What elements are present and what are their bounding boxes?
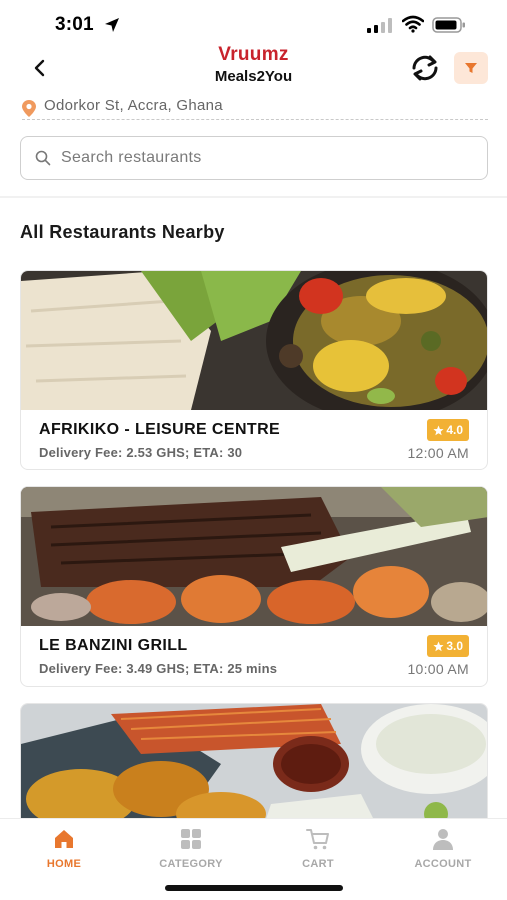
star-icon [433, 641, 444, 651]
rating-value: 4.0 [446, 423, 463, 437]
restaurant-image [21, 271, 487, 410]
restaurant-image [21, 487, 487, 626]
nav-cart-label: CART [302, 858, 334, 870]
nav-category[interactable]: CATEGORY [141, 827, 241, 873]
restaurant-name: AFRIKIKO - LEISURE CENTRE [39, 421, 281, 438]
signal-icon [367, 18, 392, 33]
nav-home-label: HOME [46, 858, 82, 870]
location-pin-icon [22, 100, 36, 117]
section-title: All Restaurants Nearby [20, 222, 225, 242]
battery-icon [432, 17, 465, 33]
search-box[interactable] [20, 136, 488, 180]
search-input[interactable] [61, 145, 471, 171]
restaurant-meta: Delivery Fee: 3.49 GHS; ETA: 25 mins [39, 661, 278, 676]
address-text: Odorkor St, Accra, Ghana [44, 97, 223, 114]
category-grid-icon [181, 829, 201, 849]
account-icon [433, 829, 453, 850]
star-icon [433, 425, 444, 435]
location-arrow-icon [105, 18, 119, 32]
wifi-icon [402, 15, 424, 33]
status-time: 3:01 [55, 14, 94, 35]
rating-badge: 3.0 [427, 635, 469, 657]
nav-cart[interactable]: CART [268, 827, 368, 873]
restaurant-name: LE BANZINI GRILL [39, 637, 188, 654]
restaurant-card[interactable] [20, 703, 488, 833]
refresh-icon[interactable] [407, 52, 443, 84]
status-bar: 3:01 [0, 0, 507, 48]
restaurant-meta: Delivery Fee: 2.53 GHS; ETA: 30 [39, 445, 243, 460]
home-indicator [165, 885, 343, 891]
restaurant-hours: 12:00 AM [407, 445, 469, 461]
filter-icon [465, 63, 477, 73]
rating-value: 3.0 [446, 639, 463, 653]
restaurant-card[interactable]: LE BANZINI GRILL Delivery Fee: 3.49 GHS;… [20, 486, 488, 687]
nav-category-label: CATEGORY [159, 858, 223, 870]
restaurant-card[interactable]: AFRIKIKO - LEISURE CENTRE Delivery Fee: … [20, 270, 488, 470]
nav-home[interactable]: HOME [14, 827, 114, 873]
home-icon [55, 830, 73, 848]
rating-badge: 4.0 [427, 419, 469, 441]
nav-account-label: ACCOUNT [414, 858, 472, 870]
cart-icon [306, 829, 329, 850]
nav-account[interactable]: ACCOUNT [393, 827, 493, 873]
restaurant-image [21, 704, 487, 832]
filter-button[interactable] [454, 52, 488, 84]
search-icon [35, 150, 51, 166]
restaurant-hours: 10:00 AM [407, 661, 469, 677]
address-selector[interactable]: Odorkor St, Accra, Ghana [22, 96, 488, 120]
divider [0, 196, 507, 198]
